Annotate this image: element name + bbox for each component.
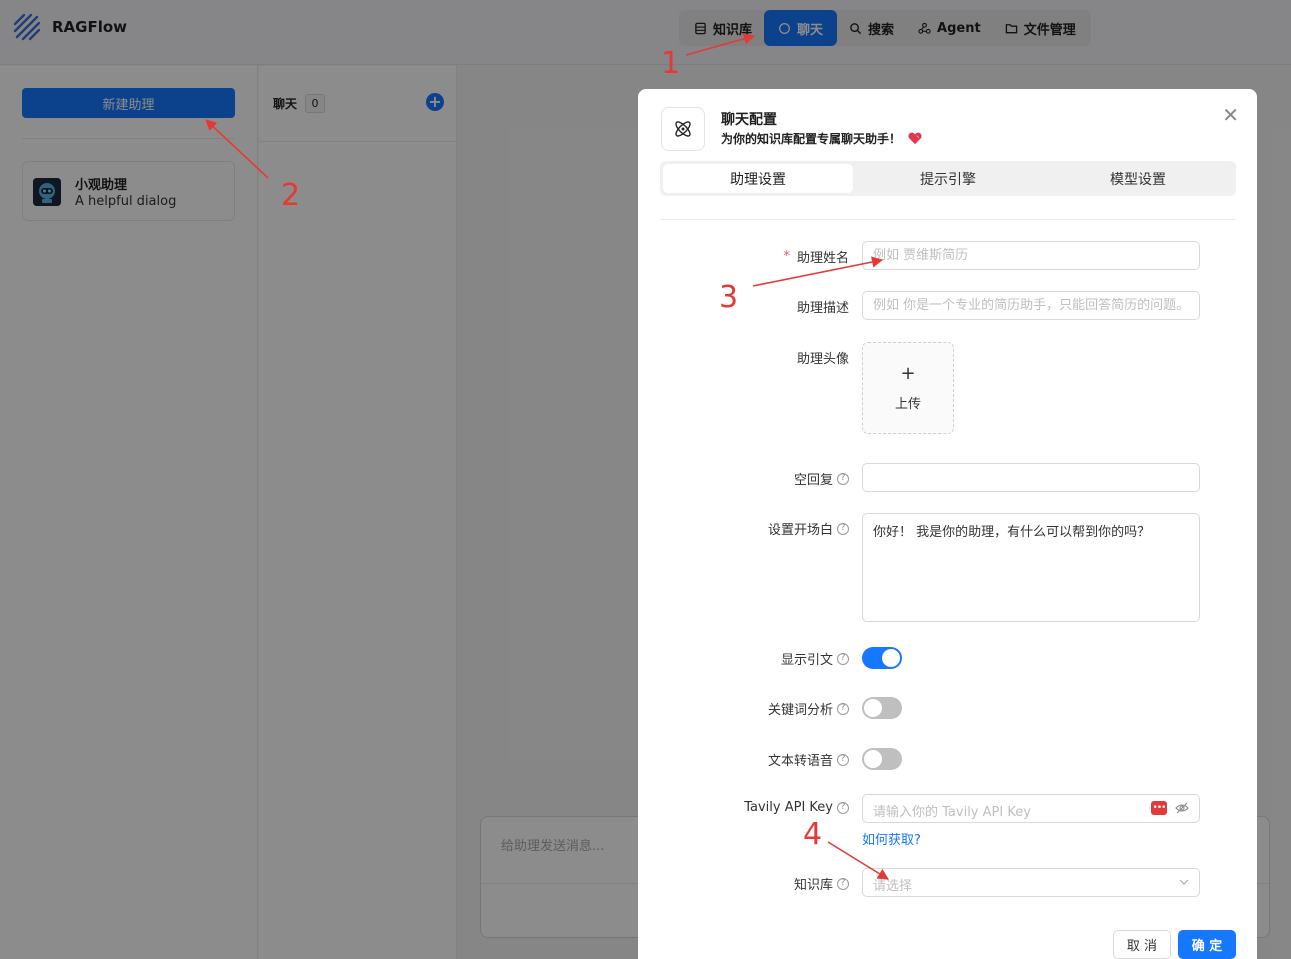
tavily-api-key-input[interactable]: 请输入你的 Tavily API Key ••• <box>862 794 1200 823</box>
how-to-get-link[interactable]: 如何获取? <box>862 829 921 848</box>
annotation-number: 2 <box>281 178 301 213</box>
label-text: 文本转语音 <box>767 754 833 769</box>
label-text: 助理头像 <box>796 352 849 367</box>
label-text: 助理描述 <box>796 301 849 316</box>
help-icon[interactable]: ? <box>837 801 849 814</box>
assistant-avatar-label: 助理头像 <box>797 348 849 367</box>
assistant-description-label: 助理描述 <box>797 297 849 316</box>
modal-subtitle-text: 为你的知识库配置专属聊天助手！ <box>721 132 902 146</box>
chevron-down-icon <box>1179 879 1189 885</box>
input-suffix-icons: ••• <box>1151 801 1189 815</box>
eye-invisible-icon[interactable] <box>1175 801 1189 815</box>
ok-button[interactable]: 确 定 <box>1178 930 1236 959</box>
cancel-button[interactable]: 取 消 <box>1113 930 1171 959</box>
help-icon[interactable]: ? <box>837 877 849 890</box>
help-icon[interactable]: ? <box>837 652 849 665</box>
toggle-knob <box>882 649 900 667</box>
atom-icon <box>661 107 705 151</box>
label-text: Tavily API Key <box>744 800 833 815</box>
annotation-number: 1 <box>661 46 681 81</box>
avatar-upload-button[interactable]: + 上传 <box>862 342 954 434</box>
tab-assistant-settings[interactable]: 助理设置 <box>663 164 853 193</box>
annotation-number: 4 <box>803 817 823 852</box>
knowledge-base-label: 知识库? <box>794 874 849 893</box>
label-text: 显示引文 <box>780 653 833 668</box>
chat-config-modal: ✕ 聊天配置 为你的知识库配置专属聊天助手！ 助理设置 提示引擎 模型设置 * 助… <box>638 89 1257 959</box>
modal-title: 聊天配置 <box>721 112 777 128</box>
show-quote-toggle[interactable] <box>862 647 902 669</box>
keyword-analysis-toggle[interactable] <box>862 697 902 719</box>
empty-response-input[interactable] <box>862 463 1200 492</box>
config-tabs: 助理设置 提示引擎 模型设置 <box>660 161 1236 196</box>
plus-icon: + <box>900 362 916 384</box>
keyword-analysis-label: 关键词分析? <box>768 699 849 718</box>
help-icon[interactable]: ? <box>837 753 849 766</box>
assistant-name-label: * 助理姓名 <box>783 247 849 266</box>
kb-placeholder: 请选择 <box>873 879 913 894</box>
help-icon[interactable]: ? <box>837 522 849 535</box>
opener-textarea[interactable]: 你好！ 我是你的助理，有什么可以帮到你的吗？ <box>862 513 1200 622</box>
divider <box>660 219 1236 220</box>
tab-prompt-engine[interactable]: 提示引擎 <box>853 164 1043 193</box>
tts-label: 文本转语音? <box>768 750 849 769</box>
label-text: 知识库 <box>793 878 833 893</box>
required-mark: * <box>783 249 790 264</box>
toggle-knob <box>864 699 882 717</box>
help-icon[interactable]: ? <box>837 472 849 485</box>
label-text: 设置开场白 <box>767 523 833 538</box>
help-icon[interactable]: ? <box>837 702 849 715</box>
label-text: 关键词分析 <box>767 703 833 718</box>
assistant-name-input[interactable] <box>862 241 1200 270</box>
opener-label: 设置开场白? <box>768 519 849 538</box>
knowledge-base-select[interactable]: 请选择 <box>862 868 1200 897</box>
toggle-knob <box>864 750 882 768</box>
show-quote-label: 显示引文? <box>781 649 849 668</box>
upload-label: 上传 <box>894 396 921 412</box>
tavily-api-key-label: Tavily API Key? <box>744 800 849 815</box>
annotation-number: 3 <box>719 280 739 315</box>
modal-subtitle: 为你的知识库配置专属聊天助手！ <box>721 130 923 147</box>
password-manager-icon[interactable]: ••• <box>1151 801 1167 815</box>
tts-toggle[interactable] <box>862 748 902 770</box>
close-icon[interactable]: ✕ <box>1222 105 1239 125</box>
tavily-placeholder: 请输入你的 Tavily API Key <box>873 805 1031 820</box>
empty-response-label: 空回复? <box>794 469 849 488</box>
tab-model-settings[interactable]: 模型设置 <box>1043 164 1233 193</box>
label-text: 空回复 <box>793 473 833 488</box>
assistant-description-input[interactable] <box>862 291 1200 320</box>
label-text: 助理姓名 <box>796 251 849 266</box>
heart-icon <box>908 132 922 145</box>
